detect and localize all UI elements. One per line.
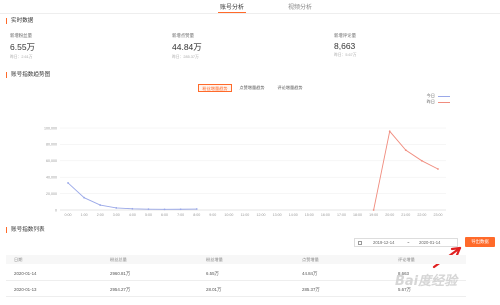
x-tick-label: 0:00: [65, 213, 72, 217]
data-point: [437, 168, 439, 170]
x-tick-label: 2:00: [97, 213, 104, 217]
x-tick-label: 20:00: [385, 213, 394, 217]
export-data-button[interactable]: 导出数据: [465, 237, 495, 247]
stat-label: 新增粉丝量: [10, 33, 32, 38]
column-header: 粉丝总量: [110, 257, 127, 262]
tab-likes-trend[interactable]: 点赞增量趋势: [236, 84, 268, 92]
x-tick-label: 4:00: [129, 213, 136, 217]
legend-label: 昨日: [426, 99, 435, 104]
x-tick-label: 21:00: [401, 213, 410, 217]
data-point: [420, 159, 423, 162]
tab-account-analysis[interactable]: 账号分析: [220, 2, 244, 11]
x-tick-label: 19:00: [369, 213, 378, 217]
x-tick-label: 22:00: [417, 213, 426, 217]
data-point: [115, 207, 118, 209]
table-cell: 2954.27万: [110, 287, 131, 292]
x-tick-label: 10:00: [224, 213, 233, 217]
data-point: [67, 182, 69, 184]
stat-yesterday: 昨日：5.67万: [334, 52, 357, 57]
x-tick-label: 14:00: [289, 213, 298, 217]
y-tick-label: 20,000: [46, 192, 57, 196]
x-tick-label: 6:00: [161, 213, 168, 217]
y-tick-label: 100,000: [44, 126, 57, 130]
table-cell: 2020-01-14: [14, 271, 37, 276]
table-cell: 28.01万: [206, 287, 222, 292]
x-tick-label: 18:00: [353, 213, 362, 217]
x-tick-label: 3:00: [113, 213, 120, 217]
stat-value: 6.55万: [10, 41, 36, 52]
data-point: [163, 208, 166, 211]
legend-swatch: [438, 101, 450, 103]
x-tick-label: 12:00: [257, 213, 266, 217]
column-header: 日期: [14, 257, 23, 262]
x-tick-label: 13:00: [273, 213, 282, 217]
x-tick-label: 15:00: [305, 213, 314, 217]
chart-legend: 今日 昨日: [427, 93, 450, 105]
tab-video-analysis[interactable]: 视频分析: [288, 2, 312, 11]
x-tick-label: 17:00: [337, 213, 346, 217]
tab-fans-trend[interactable]: 粉丝增量趋势: [198, 84, 232, 92]
data-point: [388, 130, 391, 133]
x-tick-label: 11:00: [241, 213, 250, 217]
x-tick-label: 23:00: [433, 213, 442, 217]
stat-new-comments: 新增评论量 8,663 昨日：5.67万: [334, 33, 357, 58]
y-tick-label: 40,000: [46, 176, 57, 180]
table-cell: 2960.81万: [110, 271, 131, 276]
table-cell: 285.37万: [302, 287, 320, 292]
data-point: [404, 149, 407, 152]
top-nav: 账号分析 视频分析: [0, 0, 500, 14]
stat-new-likes: 新增点赞量 44.84万 昨日：285.37万: [172, 33, 202, 60]
stat-value: 8,663: [334, 40, 356, 51]
active-tab-indicator: [218, 12, 246, 13]
baidu-jingyan-watermark: Bai度经验: [395, 274, 458, 289]
x-tick-label: 9:00: [209, 213, 216, 217]
stat-yesterday: 昨日：2.61万: [10, 54, 33, 59]
stat-new-fans: 新增粉丝量 6.55万 昨日：2.61万: [10, 33, 35, 60]
column-header: 评论增量: [398, 257, 415, 262]
y-tick-label: 0: [55, 208, 57, 212]
tab-comments-trend[interactable]: 评论增量趋势: [274, 84, 306, 92]
table-header: 日期 粉丝总量 粉丝增量 点赞增量 评论增量: [6, 255, 466, 264]
data-point: [83, 196, 86, 199]
table-cell: 44.84万: [302, 271, 318, 276]
y-tick-label: 80,000: [46, 143, 57, 147]
x-tick-label: 1:00: [81, 213, 88, 217]
series-line-yesterday: [373, 130, 439, 211]
data-point: [195, 208, 198, 210]
x-tick-label: 5:00: [145, 213, 152, 217]
data-point: [372, 209, 375, 211]
trend-chart: 100,000 80,000 60,000 40,000 20,000 0 0:00 1:00…: [44, 126, 446, 217]
calendar-icon: [358, 241, 362, 245]
column-header: 点赞增量: [302, 257, 319, 262]
date-separator: ~: [407, 240, 410, 245]
stat-label: 新增点赞量: [172, 33, 194, 38]
stat-value: 44.84万: [172, 41, 202, 52]
series-line-today: [67, 182, 197, 210]
legend-yesterday[interactable]: 昨日: [427, 99, 450, 105]
y-tick-label: 60,000: [46, 159, 57, 163]
trend-section-title: 账号指数趋势图: [6, 72, 50, 78]
data-point: [99, 204, 102, 206]
legend-swatch: [438, 95, 450, 97]
date-start: 2019-12-14: [373, 240, 395, 245]
data-point: [179, 208, 182, 211]
realtime-section-title: 实时数据: [6, 18, 33, 24]
x-tick-label: 16:00: [321, 213, 330, 217]
data-point: [131, 207, 134, 210]
stat-yesterday: 昨日：285.37万: [172, 54, 199, 59]
table-cell: 6.55万: [206, 271, 219, 276]
x-tick-label: 8:00: [193, 213, 200, 217]
data-point: [147, 208, 150, 211]
column-header: 粉丝增量: [206, 257, 223, 262]
stat-label: 新增评论量: [334, 33, 356, 38]
list-section-title: 账号指数列表: [6, 227, 45, 233]
x-tick-label: 7:00: [177, 213, 184, 217]
table-cell: 2020-01-13: [14, 287, 37, 292]
